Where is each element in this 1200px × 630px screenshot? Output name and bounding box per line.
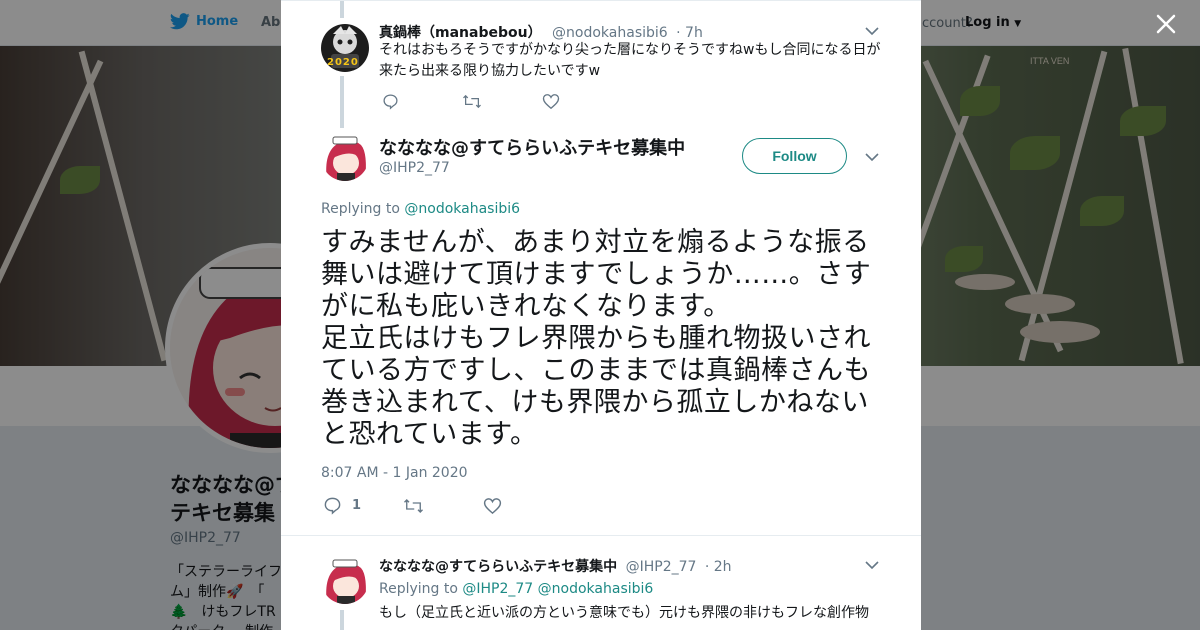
tweet-text: もし（足立氏と近い派の方という意味でも）元けも界隈の非けもフレな創作物 — [379, 605, 869, 621]
author-handle[interactable]: @IHP2_77 — [626, 559, 697, 575]
author-name[interactable]: なななな@すてららいふテキセ募集中 — [379, 559, 617, 575]
avatar[interactable]: 2020 — [321, 24, 369, 72]
replying-to-link[interactable]: @IHP2_77 @nodokahasibi6 — [462, 581, 653, 597]
tweet-text: それはおもろそうですがかなり尖った層になりそうですねwもし合同になる日が来たら出… — [379, 42, 881, 79]
close-modal-button[interactable] — [1152, 10, 1180, 38]
replying-prefix: Replying to — [379, 581, 463, 597]
reply-button[interactable] — [382, 93, 462, 110]
tweet-header: なななな@すてららいふテキセ募集中 @IHP2_77 · 2h — [379, 556, 732, 576]
anime-girl-avatar-icon — [321, 556, 369, 604]
replying-to: Replying to @nodokahasibi6 — [321, 201, 520, 217]
tweet-actions — [382, 93, 570, 110]
tweet-header: 真鍋棒（manabebou） @nodokahasibi6 · 7h — [379, 22, 703, 42]
retweet-icon — [463, 94, 481, 109]
author-handle[interactable]: @nodokahasibi6 — [552, 25, 668, 41]
reply-icon — [324, 497, 341, 515]
close-icon — [1156, 14, 1176, 34]
replying-to: Replying to @IHP2_77 @nodokahasibi6 — [379, 581, 653, 597]
tweet-text-paragraph: すみませんが、あまり対立を煽るような振る舞いは避けて頂けますでしょうか……。さす… — [321, 227, 872, 322]
reply-count: 1 — [352, 498, 362, 513]
author-name[interactable]: なななな@すてららいふテキセ募集中 — [379, 134, 685, 160]
chevron-down-icon[interactable] — [865, 152, 879, 162]
like-button[interactable] — [542, 93, 570, 110]
tweet-text: すみませんが、あまり対立を煽るような振る舞いは避けて頂けますでしょうか……。さす… — [321, 227, 886, 451]
tweet-timestamp[interactable]: 8:07 AM - 1 Jan 2020 — [321, 465, 468, 481]
follow-button[interactable]: Follow — [742, 138, 847, 174]
thread-connector-line — [340, 610, 344, 630]
reply-button[interactable]: 1 — [323, 496, 403, 515]
avatar[interactable] — [321, 556, 369, 604]
anime-girl-avatar-icon — [321, 133, 369, 181]
tweet-permalink-modal: 2020 真鍋棒（manabebou） @nodokahasibi6 · 7h … — [281, 0, 921, 630]
tweet-text-paragraph: 足立氏はけもフレ界隈からも腫れ物扱いされている方ですし、このままでは真鍋棒さんも… — [321, 323, 871, 450]
heart-icon — [542, 94, 560, 110]
retweet-button[interactable] — [403, 497, 483, 515]
ancestor-tweet[interactable]: 2020 真鍋棒（manabebou） @nodokahasibi6 · 7h … — [281, 0, 921, 128]
avatar-badge-text: 2020 — [327, 57, 359, 68]
tweet-time[interactable]: · 7h — [676, 25, 703, 41]
tweet-actions: 1 — [323, 496, 512, 515]
avatar[interactable] — [321, 133, 369, 181]
chevron-down-icon[interactable] — [865, 26, 879, 36]
replying-to-link[interactable]: @nodokahasibi6 — [404, 201, 520, 217]
retweet-button[interactable] — [462, 93, 542, 110]
chevron-down-icon[interactable] — [865, 560, 879, 570]
tweet-time[interactable]: · 2h — [705, 559, 732, 575]
reply-icon — [383, 94, 398, 110]
author-name[interactable]: 真鍋棒（manabebou） — [379, 25, 542, 41]
like-button[interactable] — [483, 497, 512, 515]
author-handle[interactable]: @IHP2_77 — [379, 160, 450, 176]
replying-prefix: Replying to — [321, 201, 405, 217]
heart-icon — [483, 497, 502, 514]
reply-tweet[interactable]: なななな@すてららいふテキセ募集中 @IHP2_77 · 2h Replying… — [281, 536, 921, 630]
retweet-icon — [404, 498, 423, 513]
